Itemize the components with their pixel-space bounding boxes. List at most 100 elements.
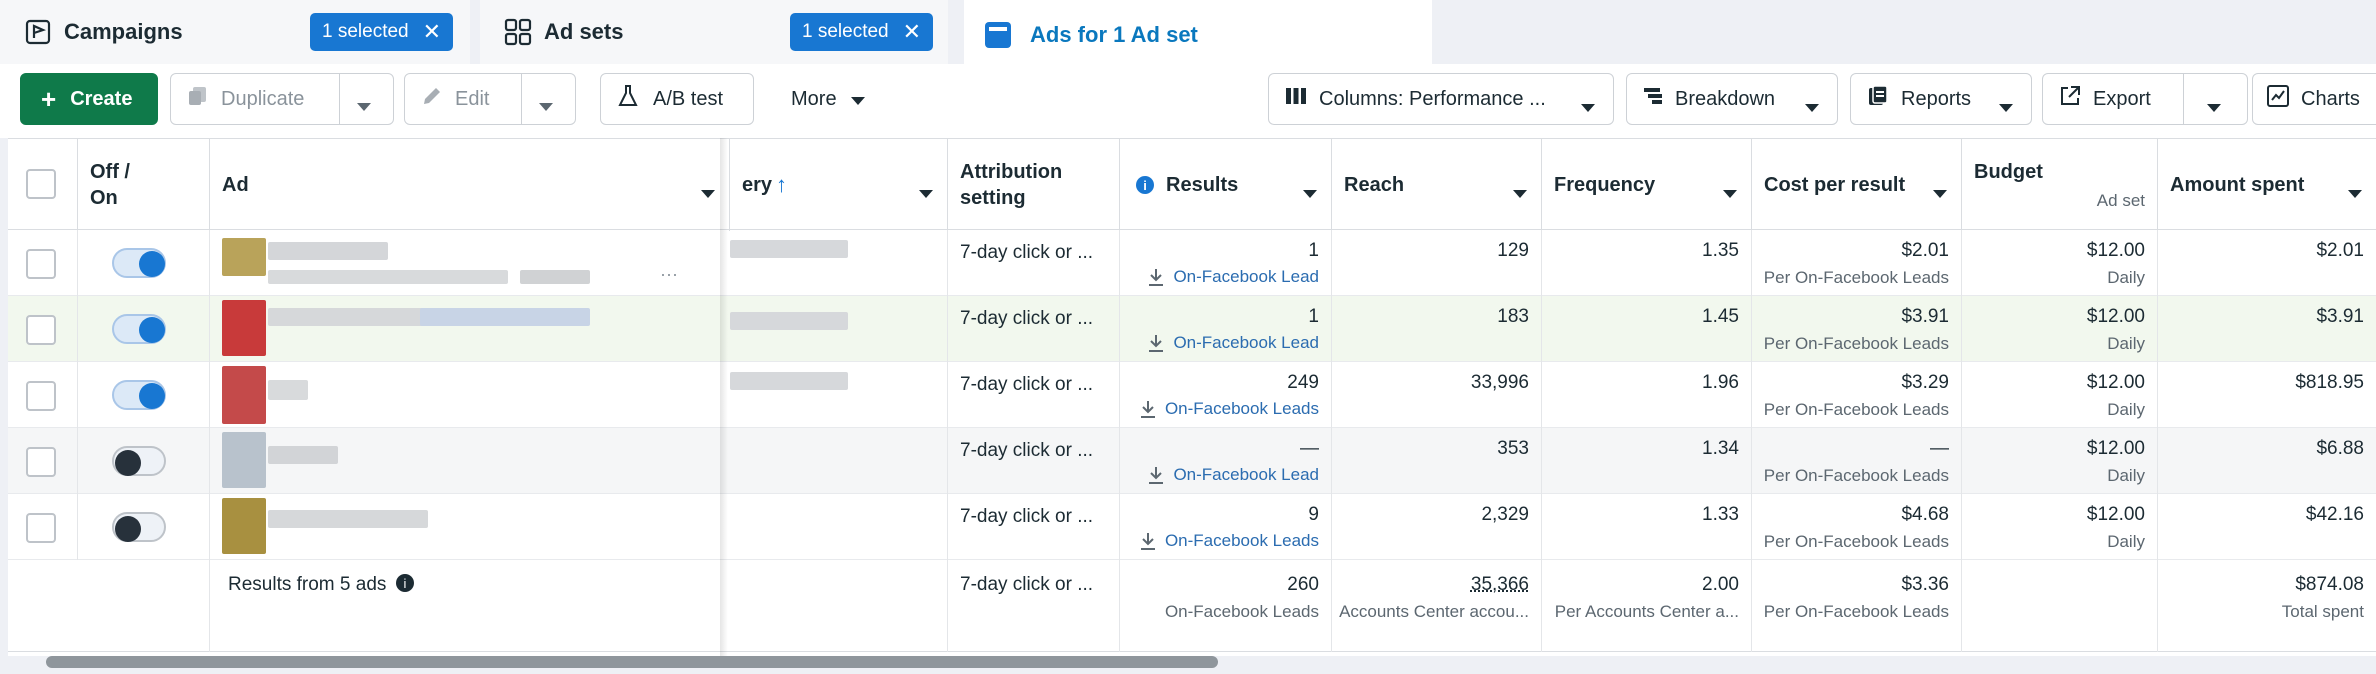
close-icon[interactable]: ✕	[423, 19, 441, 45]
info-icon[interactable]: i	[1136, 176, 1154, 194]
edit-button[interactable]: Edit	[455, 88, 489, 111]
cost-per-result-value: $2.01	[1901, 240, 1949, 261]
results-type-link[interactable]: On-Facebook Leads	[1139, 531, 1319, 551]
header-cost-per-result[interactable]: Cost per result	[1752, 139, 1962, 231]
chevron-down-icon[interactable]	[539, 94, 553, 117]
more-button[interactable]: More	[776, 73, 884, 125]
ad-name-cell[interactable]: ···	[210, 230, 730, 296]
attribution-setting: 7-day click or ...	[960, 308, 1094, 329]
chevron-down-icon[interactable]	[1933, 181, 1947, 204]
ad-toggle[interactable]	[112, 380, 166, 410]
tab-campaigns[interactable]: Campaigns 1 selected ✕	[0, 0, 470, 64]
create-button[interactable]: + Create	[20, 73, 158, 125]
header-budget[interactable]: Budget Ad set	[1962, 139, 2158, 231]
chevron-down-icon[interactable]	[701, 181, 715, 204]
header-ad[interactable]: Ad	[210, 139, 730, 231]
budget-value: $12.00	[2086, 306, 2145, 327]
ad-icon	[984, 21, 1012, 49]
cost-per-result-value: —	[1930, 438, 1949, 459]
ad-toggle[interactable]	[112, 248, 166, 278]
adsets-selected-count: 1 selected	[802, 21, 889, 42]
row-checkbox[interactable]	[26, 381, 56, 411]
reports-button[interactable]: Reports	[1850, 73, 2032, 125]
header-results[interactable]: i Results	[1120, 139, 1332, 231]
ad-toggle[interactable]	[112, 446, 166, 476]
info-icon[interactable]: i	[396, 574, 414, 592]
results-type-link[interactable]: On-Facebook Lead	[1147, 465, 1319, 485]
cost-per-result-sub: Per On-Facebook Leads	[1763, 334, 1949, 353]
amount-spent-value: $6.88	[2316, 438, 2364, 459]
chevron-down-icon	[1999, 95, 2013, 118]
lead-download-icon	[1147, 267, 1165, 287]
charts-button[interactable]: Charts	[2252, 73, 2376, 125]
table-row[interactable]: 7-day click or ... 249 On-Facebook Leads 33…	[8, 362, 2376, 428]
row-checkbox[interactable]	[26, 315, 56, 345]
budget-sub: Daily	[2107, 268, 2145, 287]
export-button[interactable]: Export	[2093, 88, 2151, 111]
reach-value: 129	[1497, 240, 1529, 261]
chevron-down-icon[interactable]	[1723, 181, 1737, 204]
header-frequency[interactable]: Frequency	[1542, 139, 1752, 231]
tab-ads[interactable]: Ads for 1 Ad set	[964, 0, 1432, 70]
chevron-down-icon[interactable]	[1303, 181, 1317, 204]
campaigns-selected-pill[interactable]: 1 selected ✕	[310, 13, 454, 51]
chevron-down-icon[interactable]	[1513, 181, 1527, 204]
header-delivery[interactable]: ery ↑	[730, 139, 948, 231]
delivery-cell	[730, 296, 948, 362]
table-row[interactable]: ··· 7-day click or ... 1 On-Facebook Lead 12…	[8, 230, 2376, 296]
redacted-thumbnail	[420, 308, 590, 326]
ad-toggle[interactable]	[112, 512, 166, 542]
close-icon[interactable]: ✕	[903, 19, 921, 45]
budget-sub: Daily	[2107, 466, 2145, 485]
header-reach[interactable]: Reach	[1332, 139, 1542, 231]
duplicate-button[interactable]: Duplicate	[221, 88, 304, 111]
cost-per-result-value: $3.91	[1901, 306, 1949, 327]
tab-ad-sets[interactable]: Ad sets 1 selected ✕	[480, 0, 948, 64]
results-type-link[interactable]: On-Facebook Leads	[1139, 399, 1319, 419]
table-row[interactable]: 7-day click or ... 9 On-Facebook Leads 2,32…	[8, 494, 2376, 560]
more-options-icon[interactable]: ···	[660, 264, 678, 285]
ad-name-cell[interactable]	[210, 296, 730, 362]
summary-reach-sub: Accounts Center accou...	[1339, 602, 1529, 621]
summary-cost: $3.36	[1901, 574, 1949, 595]
lead-download-icon	[1147, 465, 1165, 485]
ad-toggle[interactable]	[112, 314, 166, 344]
reach-value: 2,329	[1481, 504, 1529, 525]
ad-name-cell[interactable]	[210, 494, 730, 560]
ad-name-cell[interactable]	[210, 428, 730, 494]
delivery-cell	[730, 494, 948, 560]
columns-button[interactable]: Columns: Performance ...	[1268, 73, 1614, 125]
row-checkbox[interactable]	[26, 249, 56, 279]
campaign-flag-icon	[24, 18, 52, 46]
chevron-down-icon[interactable]	[919, 181, 933, 204]
chevron-down-icon[interactable]	[2348, 181, 2362, 204]
summary-reach[interactable]: 35,366	[1471, 574, 1529, 596]
breakdown-button[interactable]: Breakdown	[1626, 73, 1838, 125]
row-checkbox[interactable]	[26, 513, 56, 543]
results-type-link[interactable]: On-Facebook Lead	[1147, 333, 1319, 353]
amount-spent-value: $42.16	[2305, 504, 2364, 525]
delivery-cell	[730, 362, 948, 428]
budget-sub: Daily	[2107, 334, 2145, 353]
redacted-thumbnail	[222, 366, 266, 424]
header-attribution[interactable]: Attribution setting	[948, 139, 1120, 231]
horizontal-scrollbar[interactable]	[46, 656, 1218, 668]
redacted-delivery	[730, 312, 848, 330]
ad-name-cell[interactable]	[210, 362, 730, 428]
chevron-down-icon[interactable]	[357, 94, 371, 117]
amount-spent-value: $2.01	[2316, 240, 2364, 261]
sort-ascending-icon[interactable]: ↑	[776, 172, 787, 198]
chevron-down-icon[interactable]	[2207, 95, 2221, 118]
tab-ads-label: Ads for 1 Ad set	[1030, 22, 1198, 47]
results-type-link[interactable]: On-Facebook Lead	[1147, 267, 1319, 287]
duplicate-button-group: Duplicate	[170, 73, 394, 125]
toolbar: + Create Duplicate Edit A/B test More Co…	[0, 64, 2376, 138]
table-row[interactable]: 7-day click or ... — On-Facebook Lead 353 1.…	[8, 428, 2376, 494]
table-row[interactable]: 7-day click or ... 1 On-Facebook Lead 183 1.…	[8, 296, 2376, 362]
adsets-selected-pill[interactable]: 1 selected ✕	[790, 13, 934, 51]
ab-test-button[interactable]: A/B test	[600, 73, 754, 125]
header-amount-spent[interactable]: Amount spent	[2158, 139, 2376, 231]
select-all-checkbox[interactable]	[26, 169, 56, 199]
redacted-thumbnail	[268, 380, 308, 400]
row-checkbox[interactable]	[26, 447, 56, 477]
